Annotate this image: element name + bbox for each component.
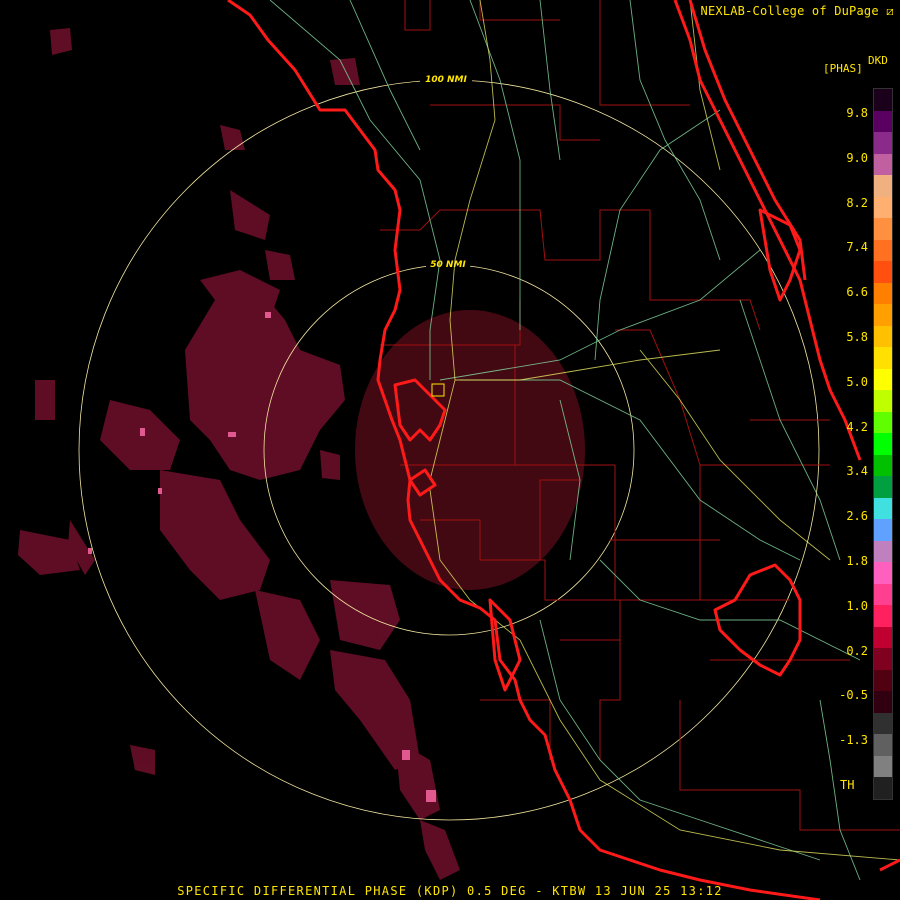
- legend-tick-label: 1.0: [846, 598, 868, 613]
- legend-swatch: [874, 519, 892, 541]
- legend-swatch: [874, 153, 892, 175]
- legend-swatch: [874, 691, 892, 713]
- product-caption: SPECIFIC DIFFERENTIAL PHASE (KDP) 0.5 DE…: [177, 884, 723, 898]
- legend-tick-label: 0.2: [846, 643, 868, 658]
- legend-tick-label: -1.3: [839, 733, 868, 748]
- legend-swatch: [874, 583, 892, 605]
- legend-swatch: [874, 347, 892, 369]
- legend-swatch: [874, 734, 892, 756]
- legend-swatch: [874, 89, 892, 111]
- legend-tick-label: 5.8: [846, 330, 868, 344]
- legend-tick-label: 9.0: [846, 150, 868, 165]
- legend-swatch: [874, 390, 892, 412]
- legend-swatch: [874, 497, 892, 519]
- legend-swatch: [874, 175, 892, 197]
- legend-tick-label: 3.4: [846, 464, 868, 479]
- credit-label: NEXLAB-College of DuPage ⧄: [700, 4, 894, 18]
- legend-swatch: [874, 712, 892, 734]
- legend-swatch: [874, 454, 892, 476]
- legend-swatch: [874, 669, 892, 691]
- legend-swatch: [874, 755, 892, 777]
- legend-tick-label: 6.6: [846, 285, 868, 300]
- legend-swatch: [874, 196, 892, 218]
- legend-units-label: [PHAS]: [823, 62, 863, 75]
- legend-swatch: [874, 605, 892, 627]
- radar-map: 100 NMI 50 NMI: [0, 0, 900, 900]
- legend-tick-label: 9.8: [846, 106, 868, 120]
- legend-tick-label: 4.2: [846, 419, 868, 434]
- legend-swatch: [874, 282, 892, 304]
- legend-swatch: [874, 540, 892, 562]
- legend-swatch: [874, 110, 892, 132]
- legend-tick-label: TH: [840, 778, 855, 792]
- legend-swatch: [874, 218, 892, 240]
- legend-swatch: [874, 562, 892, 584]
- legend-swatch: [874, 648, 892, 670]
- legend-swatch: [874, 626, 892, 648]
- legend-swatch: [874, 261, 892, 283]
- legend-swatch: [874, 433, 892, 455]
- legend-tick-label: 8.2: [846, 195, 868, 210]
- legend-swatch: [874, 239, 892, 261]
- legend-swatch: [874, 411, 892, 433]
- legend-tick-label: 2.6: [846, 509, 868, 524]
- legend-product-label: DKD: [868, 54, 888, 67]
- legend-color-bar: [873, 88, 893, 800]
- legend-swatch: [874, 325, 892, 347]
- legend-swatch: [874, 368, 892, 390]
- inner-ring-label: 50 NMI: [430, 260, 466, 270]
- legend-tick-label: -0.5: [839, 688, 868, 703]
- legend-swatch: [874, 304, 892, 326]
- legend-swatch: [874, 132, 892, 154]
- ground-clutter: [355, 310, 585, 590]
- legend-tick-label: 7.4: [846, 240, 868, 255]
- legend-swatch: [874, 476, 892, 498]
- outer-ring-label: 100 NMI: [425, 75, 467, 85]
- legend-tick-label: 1.8: [846, 554, 868, 568]
- legend-tick-label: 5.0: [846, 374, 868, 389]
